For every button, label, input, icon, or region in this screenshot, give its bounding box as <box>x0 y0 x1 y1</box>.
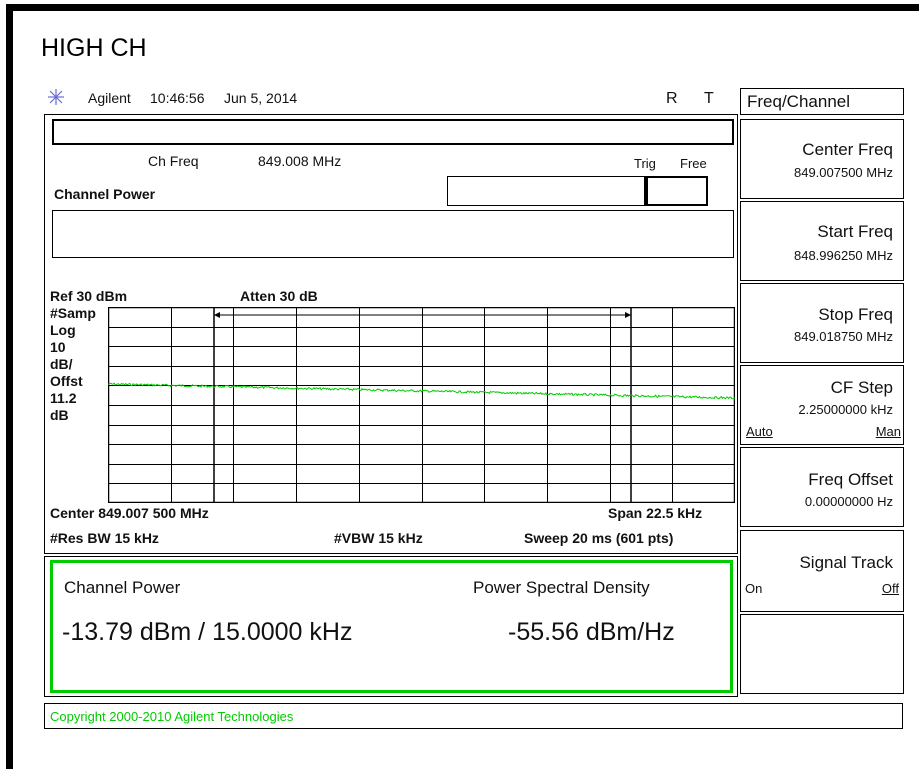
res-bw: #Res BW 15 kHz <box>50 530 159 546</box>
cf-step-auto-option[interactable]: Auto <box>746 424 773 439</box>
trig-label: Trig <box>634 156 656 171</box>
scale-label: 11.2 <box>50 390 77 406</box>
stop-freq-button[interactable]: Stop Freq 849.018750 MHz <box>740 283 904 363</box>
center-freq-label: Center Freq <box>802 140 893 159</box>
message-bar <box>52 119 734 145</box>
cf-step-button[interactable]: CF Step 2.25000000 kHz Auto Man <box>740 365 904 445</box>
cf-step-man-option[interactable]: Man <box>876 424 901 439</box>
spectrum-graticule <box>108 307 735 503</box>
frame-top-border <box>6 4 919 11</box>
ref-level: Ref 30 dBm <box>50 288 128 304</box>
trig-value: Free <box>680 156 707 171</box>
signal-track-off-option[interactable]: Off <box>882 581 899 596</box>
scale-label: Offst <box>50 373 83 389</box>
scale-label: dB/ <box>50 356 73 372</box>
freq-offset-button[interactable]: Freq Offset 0.00000000 Hz <box>740 447 904 527</box>
clock-date: Jun 5, 2014 <box>224 90 298 106</box>
signal-track-button[interactable]: Signal Track On Off <box>740 530 904 612</box>
center-frequency: Center 849.007 500 MHz <box>50 505 209 521</box>
start-freq-button[interactable]: Start Freq 848.996250 MHz <box>740 201 904 281</box>
flag-t: T <box>704 90 714 107</box>
freq-offset-label: Freq Offset <box>808 470 893 489</box>
signal-track-on-option[interactable]: On <box>745 581 762 596</box>
psd-label: Power Spectral Density <box>473 578 650 597</box>
start-freq-label: Start Freq <box>817 222 893 241</box>
ch-freq-label: Ch Freq <box>148 153 199 169</box>
cf-step-label: CF Step <box>830 378 893 397</box>
measurement-name: Channel Power <box>54 186 156 202</box>
channel-power-value: -13.79 dBm / 15.0000 kHz <box>62 618 353 646</box>
stop-freq-label: Stop Freq <box>818 305 893 324</box>
clock-time: 10:46:56 <box>150 90 205 106</box>
brand-name: Agilent <box>88 90 131 106</box>
status-box-2 <box>644 176 708 206</box>
freq-offset-value: 0.00000000 Hz <box>804 494 893 509</box>
stop-freq-value: 849.018750 MHz <box>793 329 893 344</box>
page-title: HIGH CH <box>41 34 147 62</box>
cf-step-value: 2.25000000 kHz <box>798 402 893 417</box>
sweep: Sweep 20 ms (601 pts) <box>524 530 674 546</box>
scale-label: 10 <box>50 339 66 355</box>
agilent-logo-icon <box>47 88 65 111</box>
frame-left-border <box>6 4 13 769</box>
scale-label: dB <box>50 407 69 423</box>
psd-value: -55.56 dBm/Hz <box>508 618 675 646</box>
blank-softkey[interactable] <box>740 614 904 694</box>
annotation-box <box>52 210 734 258</box>
channel-power-label: Channel Power <box>64 578 181 597</box>
vbw: #VBW 15 kHz <box>334 530 423 546</box>
status-box-1 <box>447 176 646 206</box>
copyright-text: Copyright 2000-2010 Agilent Technologies <box>50 709 294 724</box>
ch-freq-value: 849.008 MHz <box>258 153 342 169</box>
left-scale-labels: #Samp Log 10 dB/ Offst 11.2 dB <box>50 305 110 424</box>
flag-r: R <box>666 90 678 107</box>
scale-label: #Samp <box>50 305 96 321</box>
span: Span 22.5 kHz <box>608 505 703 521</box>
center-freq-button[interactable]: Center Freq 849.007500 MHz <box>740 119 904 199</box>
attenuation: Atten 30 dB <box>240 288 318 304</box>
scale-label: Log <box>50 322 76 338</box>
center-freq-value: 849.007500 MHz <box>793 165 893 180</box>
start-freq-value: 848.996250 MHz <box>793 248 893 263</box>
signal-track-label: Signal Track <box>799 553 893 572</box>
menu-title: Freq/Channel <box>740 88 904 115</box>
menu-title-label: Freq/Channel <box>747 92 851 111</box>
